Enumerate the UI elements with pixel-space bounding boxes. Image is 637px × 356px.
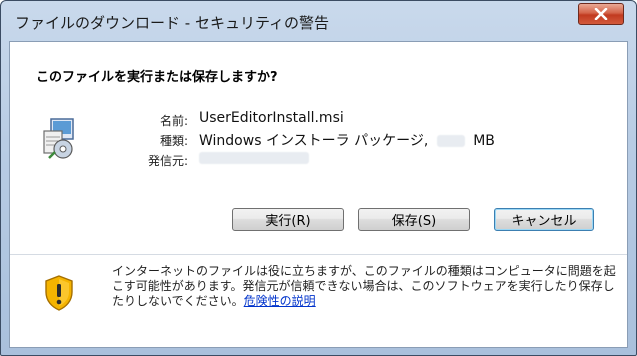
- cancel-button[interactable]: キャンセル: [494, 208, 594, 231]
- type-value-row: Windows インストーラ パッケージ, MB: [199, 130, 495, 150]
- installer-package-icon: [43, 118, 74, 159]
- question-heading: このファイルを実行または保存しますか?: [36, 70, 278, 85]
- warning-message: インターネットのファイルは役に立ちますが、このファイルの種類はコンピュータに問題…: [112, 264, 616, 308]
- name-label: 名前:: [159, 114, 188, 128]
- shield-warning-icon: [45, 275, 73, 311]
- save-button[interactable]: 保存(S): [358, 208, 470, 231]
- name-value: UserEditorInstall.msi: [199, 110, 344, 126]
- security-warning-text: インターネットのファイルは役に立ちますが、このファイルの種類はコンピュータに問題…: [112, 264, 617, 309]
- from-label: 発信元:: [147, 154, 188, 168]
- dialog-content: このファイルを実行または保存しますか? 名前: UserEditorInstal…: [9, 41, 628, 348]
- window-title: ファイルのダウンロード - セキュリティの警告: [15, 14, 330, 32]
- run-button[interactable]: 実行(R): [232, 208, 344, 231]
- from-value-redacted: [199, 152, 309, 168]
- size-value-redacted: [436, 135, 465, 147]
- type-value: Windows インストーラ パッケージ,: [199, 133, 429, 149]
- size-unit: MB: [473, 133, 495, 149]
- risk-explanation-link[interactable]: 危険性の説明: [244, 294, 316, 308]
- close-button[interactable]: [578, 3, 624, 25]
- title-bar[interactable]: ファイルのダウンロード - セキュリティの警告: [1, 1, 636, 41]
- dialog-window: ファイルのダウンロード - セキュリティの警告 このファイルを実行または保存しま…: [0, 0, 637, 356]
- type-label: 種類:: [159, 134, 188, 148]
- separator: [10, 254, 627, 255]
- close-x-icon: [594, 8, 608, 20]
